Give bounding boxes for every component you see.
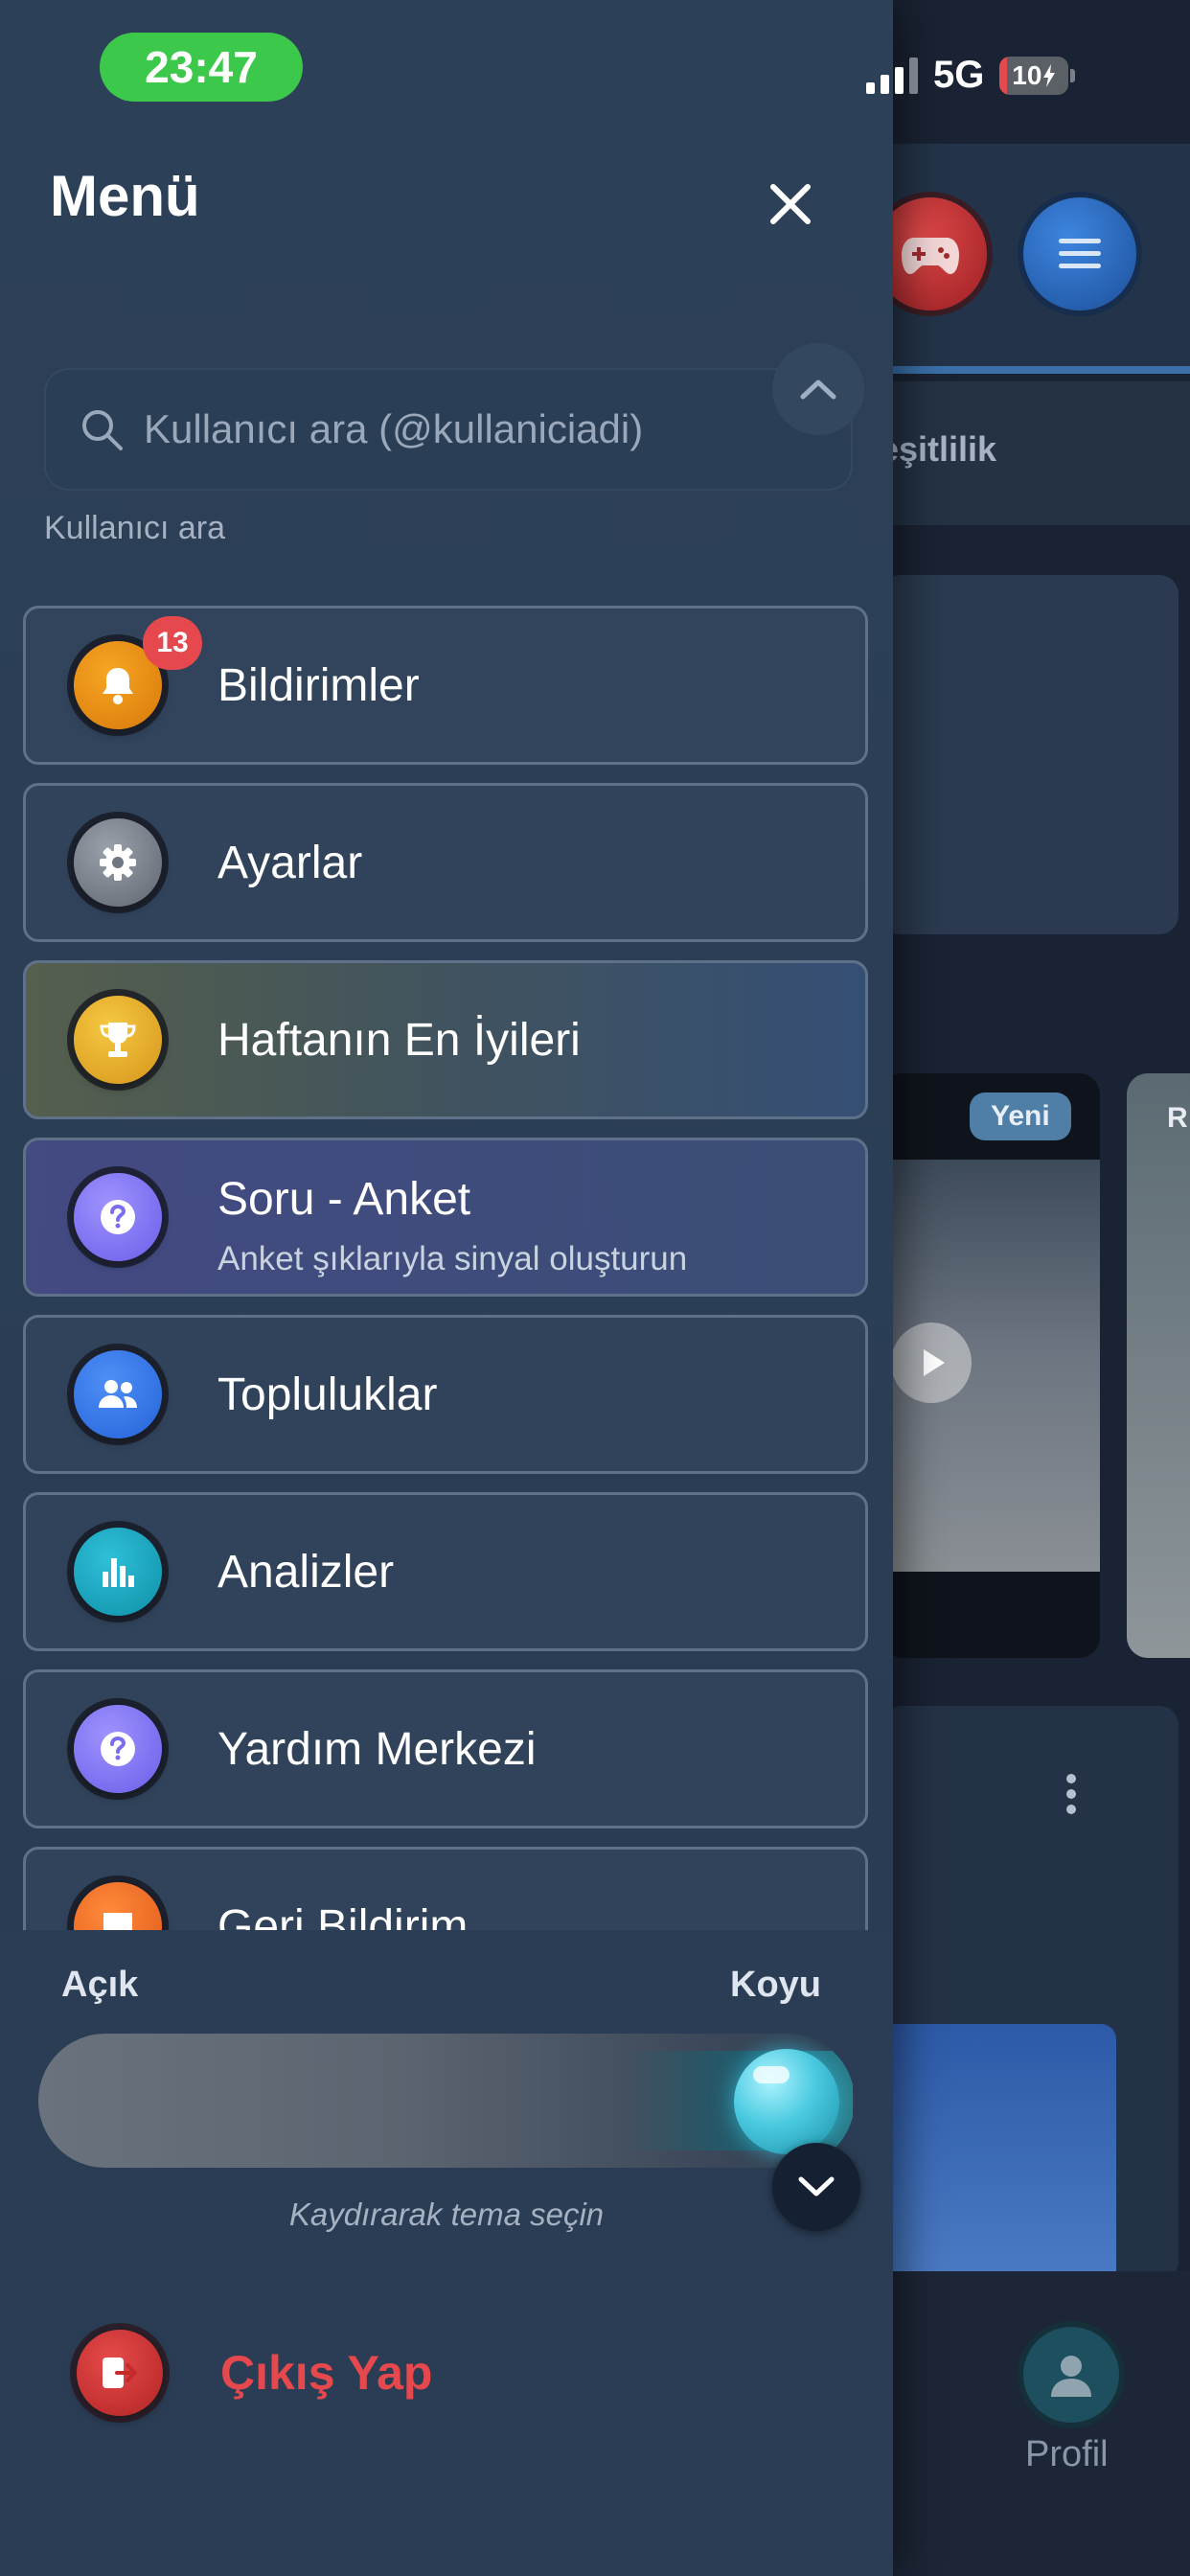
menu-item-label: Haftanın En İyileri <box>217 1014 581 1066</box>
signal-icon <box>866 57 918 94</box>
menu-item-communities[interactable]: Topluluklar <box>23 1315 868 1474</box>
status-time: 23:47 <box>100 33 303 102</box>
battery-icon: 10 <box>999 56 1076 95</box>
search-icon <box>82 410 123 450</box>
person-icon <box>1051 2356 1091 2397</box>
play-icon <box>924 1349 945 1376</box>
menu-item-weekly-best[interactable]: Haftanın En İyileri <box>23 960 868 1119</box>
menu-item-help-center[interactable]: Yardım Merkezi <box>23 1669 868 1828</box>
hamburger-button[interactable] <box>1023 197 1136 310</box>
menu-item-analytics[interactable]: Analizler <box>23 1492 868 1651</box>
feedback-icon <box>74 1882 162 1930</box>
theme-panel <box>0 1930 893 2576</box>
network-type: 5G <box>933 54 985 96</box>
search-input[interactable] <box>142 405 816 453</box>
menu-item-label: Bildirimler <box>217 659 420 711</box>
hamburger-icon <box>1059 239 1101 268</box>
close-button[interactable] <box>757 171 824 238</box>
trophy-icon <box>74 996 162 1084</box>
video-card-2[interactable] <box>1127 1073 1190 1658</box>
post-image <box>881 2024 1116 2283</box>
status-indicators: 5G 10 <box>866 54 1076 97</box>
gamepad-icon <box>902 238 959 274</box>
theme-light-label: Açık <box>61 1965 139 2005</box>
charging-icon <box>1043 63 1056 87</box>
search-hint: Kullanıcı ara <box>44 510 225 546</box>
close-icon <box>770 184 811 224</box>
battery-percent: 10 <box>1012 59 1042 90</box>
tab-label[interactable]: eşitlilik <box>880 429 996 470</box>
menu-item-label: Topluluklar <box>217 1368 438 1420</box>
menu-item-label: Ayarlar <box>217 837 363 888</box>
menu-item-poll[interactable]: Soru - Anket Anket şıklarıyla sinyal olu… <box>23 1138 868 1297</box>
menu-item-subtitle: Anket şıklarıyla sinyal oluşturun <box>217 1240 688 1277</box>
gear-icon <box>74 818 162 907</box>
menu-title: Menü <box>50 164 200 228</box>
chevron-up-icon <box>800 380 836 400</box>
more-options-icon[interactable] <box>1064 1768 1079 1820</box>
menu-item-label: Yardım Merkezi <box>217 1723 537 1775</box>
search-box <box>44 368 853 491</box>
bar-chart-icon <box>74 1528 162 1616</box>
content-card <box>881 575 1179 934</box>
question-icon <box>74 1705 162 1793</box>
menu-item-label: Analizler <box>217 1546 395 1598</box>
theme-slider[interactable] <box>38 2034 855 2168</box>
play-button[interactable] <box>891 1322 972 1403</box>
logout-icon <box>77 2330 163 2416</box>
chevron-down-icon <box>798 2176 835 2196</box>
menu-list: 13 Bildirimler Ayarlar Haftanın En İyile… <box>23 606 868 1930</box>
profile-avatar[interactable] <box>1023 2327 1119 2423</box>
video-card-2-label: R <box>1167 1102 1188 1134</box>
collapse-up-button[interactable] <box>772 343 864 435</box>
logout-label: Çıkış Yap <box>220 2346 433 2400</box>
menu-item-settings[interactable]: Ayarlar <box>23 783 868 942</box>
theme-slider-knob[interactable] <box>734 2049 839 2154</box>
menu-item-feedback[interactable]: Geri Bildirim <box>23 1847 868 1930</box>
battery-level <box>999 56 1007 95</box>
theme-dark-label: Koyu <box>730 1965 821 2005</box>
nav-profile-label[interactable]: Profil <box>1025 2434 1109 2475</box>
theme-hint: Kaydırarak tema seçin <box>288 2196 605 2232</box>
new-badge: Yeni <box>970 1092 1071 1140</box>
people-icon <box>74 1350 162 1438</box>
logout-button[interactable]: Çıkış Yap <box>77 2327 432 2419</box>
question-icon <box>74 1173 162 1261</box>
notification-badge: 13 <box>143 616 202 670</box>
menu-item-notifications[interactable]: 13 Bildirimler <box>23 606 868 765</box>
menu-item-label: Geri Bildirim <box>217 1900 469 1931</box>
header-divider <box>891 366 1190 374</box>
menu-item-label: Soru - Anket <box>217 1174 471 1225</box>
menu-drawer: Menü Kullanıcı ara 13 Bildirimler <box>0 0 893 2576</box>
